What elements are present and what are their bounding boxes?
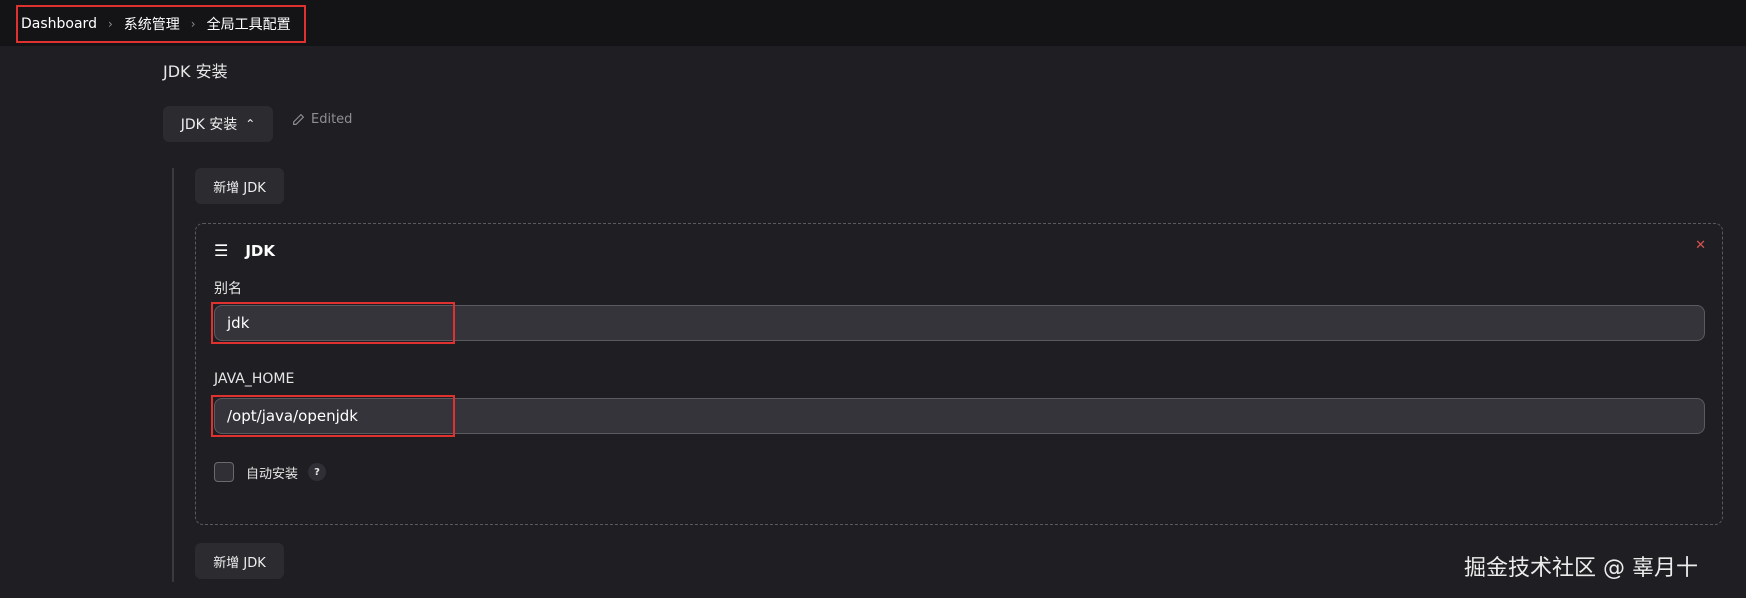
add-jdk-label: 新增 JDK — [213, 180, 266, 196]
breadcrumb-dashboard[interactable]: Dashboard — [21, 16, 97, 32]
watermark: 掘金技术社区 @ 辜月十 — [1464, 556, 1698, 581]
section-indent-line — [172, 168, 174, 582]
jdk-card-title: JDK — [245, 241, 275, 260]
close-icon[interactable]: ✕ — [1695, 238, 1706, 253]
alias-label: 别名 — [214, 281, 242, 297]
jdk-card: ☰ JDK ✕ 别名 jdk JAVA_HOME /opt/java/openj… — [195, 223, 1723, 525]
auto-install-label: 自动安装 — [246, 466, 299, 482]
add-jdk-label: 新增 JDK — [213, 555, 266, 571]
edited-label: Edited — [311, 112, 353, 127]
breadcrumb-global-tool-config[interactable]: 全局工具配置 — [207, 14, 291, 34]
breadcrumb-system-management[interactable]: 系统管理 — [124, 14, 180, 34]
chevron-right-icon: › — [107, 17, 113, 31]
chevron-right-icon: › — [190, 17, 196, 31]
java-home-label: JAVA_HOME — [214, 371, 295, 387]
add-jdk-button-top[interactable]: 新增 JDK — [195, 168, 284, 204]
pencil-icon — [293, 113, 305, 125]
section-title: JDK 安装 — [163, 62, 228, 81]
auto-install-row: 自动安装 ? — [214, 462, 327, 482]
add-jdk-button-bottom[interactable]: 新增 JDK — [195, 543, 284, 579]
jdk-install-toggle-button[interactable]: JDK 安装 ⌃ — [163, 106, 273, 142]
toggle-label: JDK 安装 — [180, 117, 238, 133]
help-icon[interactable]: ? — [308, 463, 327, 481]
java-home-highlight-box — [211, 395, 455, 437]
jdk-card-header: ☰ JDK — [214, 241, 275, 260]
chevron-up-icon: ⌃ — [245, 117, 256, 131]
breadcrumb: Dashboard › 系统管理 › 全局工具配置 — [16, 5, 306, 43]
auto-install-checkbox[interactable] — [214, 462, 234, 482]
alias-highlight-box — [211, 302, 455, 344]
edited-indicator: Edited — [292, 112, 352, 127]
menu-icon[interactable]: ☰ — [214, 241, 228, 260]
